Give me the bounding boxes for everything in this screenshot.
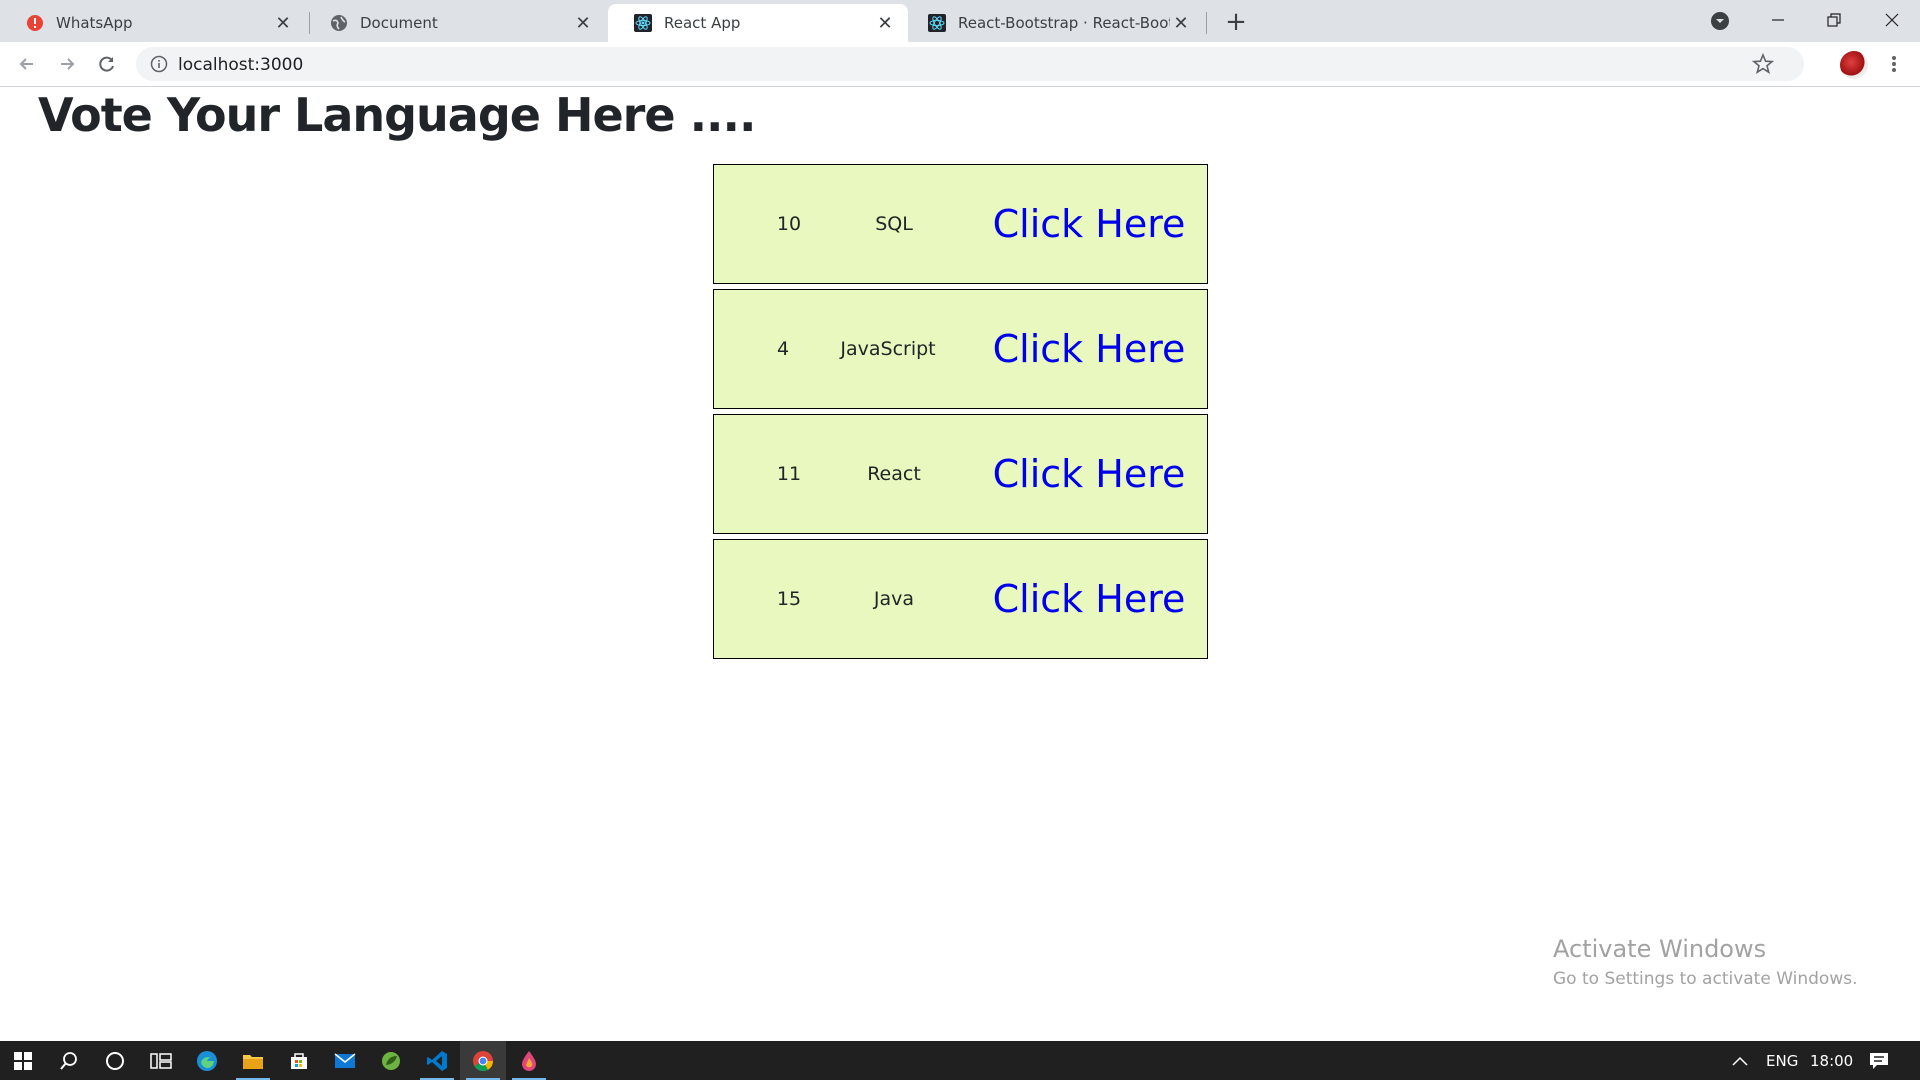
whatsapp-alert-icon [27, 15, 43, 31]
windows-start-icon[interactable] [0, 1041, 46, 1080]
notification-icon [1870, 1052, 1888, 1069]
globe-icon [331, 15, 347, 31]
vote-card-java: 15 Java Click Here [713, 539, 1208, 659]
url-text[interactable]: localhost:3000 [178, 55, 303, 75]
file-explorer-icon[interactable] [230, 1041, 276, 1080]
tab-separator [1206, 12, 1207, 34]
forward-button[interactable] [53, 50, 81, 78]
react-icon [634, 14, 652, 32]
task-view-icon[interactable] [138, 1041, 184, 1080]
back-button[interactable] [13, 50, 41, 78]
store-icon[interactable] [276, 1041, 322, 1080]
chrome-icon[interactable] [460, 1041, 506, 1080]
browser-toolbar: localhost:3000 [0, 42, 1920, 87]
watermark-title: Activate Windows [1553, 935, 1767, 963]
vote-button-react[interactable]: Click Here [989, 415, 1189, 533]
tab-whatsapp[interactable]: WhatsApp ✕ [0, 4, 306, 42]
arrow-right-icon [61, 58, 75, 70]
paint-drop-icon[interactable] [506, 1041, 552, 1080]
tab-react-app[interactable]: React App ✕ [608, 4, 908, 42]
chevron-up-icon [1732, 1056, 1748, 1066]
close-icon[interactable]: ✕ [874, 12, 896, 34]
vote-button-sql[interactable]: Click Here [989, 165, 1189, 283]
chevron-down-icon [1711, 12, 1729, 30]
more-vertical-icon [1892, 56, 1896, 72]
language-name: Java [873, 588, 915, 610]
cortana-icon[interactable] [92, 1041, 138, 1080]
vote-card-sql: 10 SQL Click Here [713, 164, 1208, 284]
tab-title: React App [664, 14, 741, 32]
arrow-left-icon [19, 58, 33, 70]
close-window-button[interactable] [1864, 0, 1920, 40]
tab-title: React-Bootstrap · React-Bootstrap [958, 14, 1170, 32]
minimize-button[interactable] [1750, 0, 1806, 40]
tray-overflow-button[interactable] [1720, 1041, 1760, 1080]
spring-tool-icon[interactable] [368, 1041, 414, 1080]
minimize-icon [1772, 19, 1784, 21]
input-language[interactable]: ENG [1766, 1041, 1798, 1080]
bookmark-star-icon[interactable] [1752, 53, 1774, 75]
restore-icon [1827, 13, 1841, 27]
language-name: JavaScript [840, 338, 936, 360]
vote-count: 10 [776, 213, 802, 235]
vscode-icon[interactable] [414, 1041, 460, 1080]
watermark-subtitle: Go to Settings to activate Windows. [1553, 969, 1858, 989]
close-icon[interactable]: ✕ [1170, 12, 1192, 34]
windows-logo-icon [14, 1051, 32, 1070]
address-bar[interactable]: localhost:3000 [136, 47, 1804, 81]
close-icon[interactable]: ✕ [272, 12, 294, 34]
vote-button-java[interactable]: Click Here [989, 540, 1189, 658]
restore-button[interactable] [1806, 0, 1862, 40]
vote-button-javascript[interactable]: Click Here [989, 290, 1189, 408]
browser-menu-button[interactable] [1882, 50, 1906, 78]
vote-count: 4 [776, 338, 790, 360]
edge-icon[interactable] [184, 1041, 230, 1080]
tab-title: Document [360, 14, 438, 32]
reload-icon [99, 56, 114, 72]
language-name: SQL [875, 213, 913, 235]
reload-button[interactable] [93, 50, 121, 78]
vote-list: 10 SQL Click Here 4 JavaScript Click Her… [713, 164, 1208, 664]
tab-react-bootstrap[interactable]: React-Bootstrap · React-Bootstrap ✕ [902, 4, 1204, 42]
vote-card-javascript: 4 JavaScript Click Here [713, 289, 1208, 409]
vote-count: 11 [776, 463, 802, 485]
vote-card-react: 11 React Click Here [713, 414, 1208, 534]
clock[interactable]: 18:00 [1810, 1041, 1853, 1080]
new-tab-button[interactable]: + [1220, 6, 1252, 38]
tab-title: WhatsApp [56, 14, 133, 32]
language-name: React [867, 463, 921, 485]
notification-center-button[interactable] [1856, 1041, 1902, 1080]
vote-count: 15 [776, 588, 802, 610]
info-icon[interactable] [150, 55, 168, 73]
tab-search-button[interactable] [1708, 9, 1732, 33]
tab-document[interactable]: Document ✕ [304, 4, 606, 42]
close-icon [1885, 13, 1899, 27]
page-title: Vote Your Language Here .... [38, 88, 756, 142]
react-bootstrap-icon [928, 14, 946, 32]
browser-tab-strip: WhatsApp ✕ Document ✕ React App ✕ React-… [0, 0, 1920, 42]
search-icon[interactable] [46, 1041, 92, 1080]
mail-icon[interactable] [322, 1041, 368, 1080]
activate-windows-watermark: Activate Windows Go to Settings to activ… [1553, 935, 1858, 989]
profile-avatar[interactable] [1840, 51, 1868, 79]
windows-taskbar: ENG 18:00 [0, 1041, 1920, 1080]
close-icon[interactable]: ✕ [572, 12, 594, 34]
